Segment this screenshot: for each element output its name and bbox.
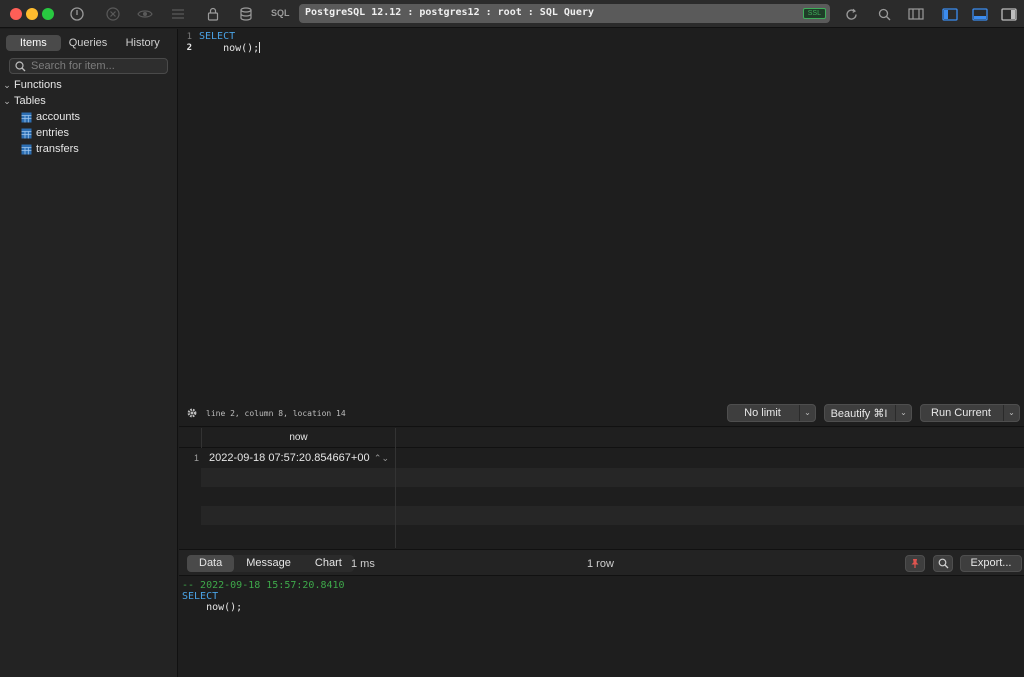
table-cell[interactable]: 2022-09-18 07:57:20.854667+00 ⌃⌄ (201, 449, 396, 468)
tab-queries[interactable]: Queries (61, 35, 116, 51)
cell-value: 2022-09-18 07:57:20.854667+00 (209, 452, 370, 464)
find-button[interactable] (933, 555, 953, 572)
search-icon (938, 558, 948, 569)
tab-history[interactable]: History (115, 35, 170, 51)
search-input[interactable]: Search for item... (9, 58, 168, 74)
window-zoom-button[interactable] (42, 8, 54, 20)
tab-message[interactable]: Message (234, 555, 303, 572)
sql-label[interactable]: SQL (271, 8, 290, 18)
window-minimize-button[interactable] (26, 8, 38, 20)
list-icon[interactable] (169, 5, 187, 23)
grid-header: now (179, 428, 1024, 448)
table-icon (21, 144, 32, 154)
line-number: 2 (186, 43, 192, 53)
log-comment: -- 2022-09-18 15:57:20.8410 (182, 580, 345, 591)
empty-row (179, 468, 1024, 487)
line-number: 1 (186, 32, 192, 42)
sql-editor[interactable]: 1 2 SELECT now(); (179, 29, 1024, 401)
empty-row (179, 525, 1024, 544)
sidebar: Items Queries History Search for item...… (0, 29, 178, 677)
limit-select[interactable]: No limit ⌄ (727, 404, 816, 422)
eye-icon[interactable] (136, 5, 154, 23)
empty-row (179, 487, 1024, 506)
sort-arrows-icon: ⌃⌄ (373, 453, 389, 463)
row-count: 1 row (587, 558, 614, 570)
line-gutter: 1 2 (179, 29, 195, 401)
search-placeholder: Search for item... (31, 60, 115, 72)
run-label: Run Current (931, 407, 991, 419)
pin-icon (911, 559, 919, 568)
chevron-down-icon: ⌄ (799, 405, 815, 421)
query-log[interactable]: -- 2022-09-18 15:57:20.8410 SELECT now()… (179, 577, 1024, 677)
column-header[interactable]: now (201, 428, 396, 448)
code-line-1: SELECT (199, 31, 236, 42)
beautify-label: Beautify ⌘I (830, 408, 888, 420)
columns-icon[interactable] (907, 5, 925, 23)
log-keyword: SELECT (182, 591, 219, 602)
refresh-icon[interactable] (842, 5, 860, 23)
table-item-label: accounts (36, 111, 81, 123)
window-close-button[interactable] (10, 8, 22, 20)
chevron-down-icon: ⌄ (1003, 405, 1019, 421)
sidebar-tabs: Items Queries History (6, 35, 170, 51)
table-item-transfers[interactable]: transfers (0, 141, 79, 157)
ssl-badge: SSL (802, 8, 826, 19)
tree-group-functions[interactable]: ⌄ Functions (0, 77, 62, 93)
tree-group-tables[interactable]: ⌄ Tables (0, 93, 46, 109)
bottom-panel-icon[interactable] (971, 5, 989, 23)
text-cursor (259, 42, 261, 53)
lock-icon[interactable] (204, 5, 222, 23)
tab-items[interactable]: Items (6, 35, 61, 51)
log-code: now(); (182, 602, 243, 613)
database-icon[interactable] (237, 5, 255, 23)
tree-group-label: Tables (14, 95, 46, 107)
results-grid: now 1 2022-09-18 07:57:20.854667+00 ⌃⌄ (179, 428, 1024, 548)
run-current-button[interactable]: Run Current ⌄ (920, 404, 1020, 422)
cursor-position: line 2, column 8, location 14 (206, 409, 346, 418)
chevron-down-icon: ⌄ (3, 95, 11, 106)
empty-row (179, 506, 1024, 525)
table-row[interactable]: 1 2022-09-18 07:57:20.854667+00 ⌃⌄ (179, 449, 1024, 468)
close-circle-icon[interactable] (104, 5, 122, 23)
limit-label: No limit (744, 407, 781, 419)
power-icon[interactable] (68, 5, 86, 23)
results-toolbar: Data Message Chart 1 ms 1 row Export... (179, 549, 1024, 576)
tree-group-label: Functions (14, 79, 62, 91)
query-duration: 1 ms (351, 558, 375, 570)
table-item-label: entries (36, 127, 70, 139)
table-item-accounts[interactable]: accounts (0, 109, 80, 125)
chevron-down-icon: ⌄ (3, 79, 11, 90)
table-item-label: transfers (36, 143, 79, 155)
result-tabs: Data Message Chart (187, 555, 354, 572)
title-bar: SQL PostgreSQL 12.12 : postgres12 : root… (0, 0, 1024, 28)
pin-button[interactable] (905, 555, 925, 572)
gear-icon[interactable] (186, 407, 198, 419)
table-icon (21, 128, 32, 138)
export-button[interactable]: Export... (960, 555, 1022, 572)
table-item-entries[interactable]: entries (0, 125, 69, 141)
connection-title: PostgreSQL 12.12 : postgres12 : root : S… (305, 7, 594, 18)
tab-chart[interactable]: Chart (303, 555, 354, 572)
right-panel-icon[interactable] (1000, 5, 1018, 23)
left-panel-icon[interactable] (941, 5, 959, 23)
connection-info-bar[interactable]: PostgreSQL 12.12 : postgres12 : root : S… (299, 4, 830, 23)
tab-data[interactable]: Data (187, 555, 235, 572)
chevron-down-icon: ⌄ (895, 405, 911, 421)
beautify-button[interactable]: Beautify ⌘I ⌄ (824, 404, 912, 422)
code-line-2: now(); (199, 42, 261, 54)
code-text: now(); (199, 43, 260, 54)
search-icon (15, 61, 26, 72)
row-number: 1 (193, 453, 199, 463)
editor-status-bar: line 2, column 8, location 14 No limit ⌄… (179, 401, 1024, 427)
search-icon[interactable] (875, 5, 893, 23)
table-icon (21, 112, 32, 122)
column-divider (395, 448, 396, 548)
